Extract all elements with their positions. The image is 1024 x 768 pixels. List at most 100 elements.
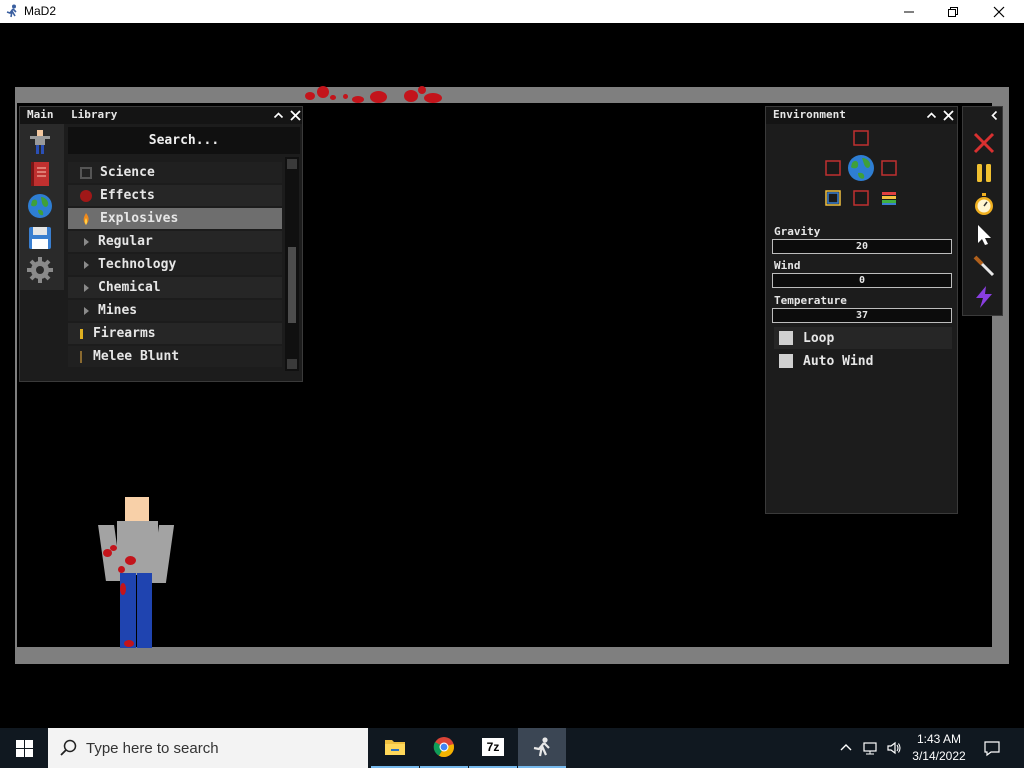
notifications-icon[interactable]: [983, 739, 1001, 757]
ragdoll-head: [125, 497, 149, 521]
chevron-left-icon: [990, 110, 997, 121]
globe-icon[interactable]: [26, 192, 54, 220]
app-window: MaD2 Main Library Search... Science Effe…: [0, 0, 1024, 768]
start-button[interactable]: [0, 728, 48, 768]
list-item-regular[interactable]: Regular: [68, 231, 282, 252]
wind-label: Wind: [774, 259, 801, 272]
list-item-chemical[interactable]: Chemical: [68, 277, 282, 298]
list-item-firearms[interactable]: Firearms: [68, 323, 282, 344]
network-icon[interactable]: [862, 740, 878, 756]
library-scrollbar[interactable]: [285, 157, 299, 371]
chrome-button[interactable]: [420, 728, 468, 768]
checkbox-box[interactable]: [779, 354, 793, 368]
ragdoll-icon[interactable]: [26, 128, 54, 156]
7zip-label: 7z: [486, 740, 500, 754]
world-boundary-controls[interactable]: [821, 129, 905, 211]
collapse-button[interactable]: [923, 108, 939, 123]
temperature-input[interactable]: 37: [772, 308, 952, 323]
library-list: Science Effects Explosives Regular Techn…: [64, 157, 284, 375]
auto-wind-checkbox[interactable]: Auto Wind: [774, 350, 952, 372]
list-item-label: Chemical: [98, 280, 161, 295]
lightning-icon[interactable]: [972, 285, 996, 309]
environment-panel: Environment Gravity 20 Wind 0 Temperatur…: [765, 106, 958, 514]
chrome-icon: [433, 737, 454, 758]
window-title: MaD2: [24, 4, 57, 18]
clock-time: 1:43 AM: [916, 732, 962, 746]
chevron-up-icon: [273, 112, 283, 119]
minimize-icon: [904, 11, 914, 12]
list-item-technology[interactable]: Technology: [68, 254, 282, 275]
search-icon: [60, 739, 77, 756]
close-panel-button[interactable]: [287, 108, 303, 123]
expand-arrow-icon: [84, 306, 89, 315]
chevron-up-icon: [926, 112, 936, 119]
search-placeholder: Type here to search: [86, 739, 219, 757]
tab-main[interactable]: Main: [27, 108, 54, 121]
close-icon: [289, 110, 301, 121]
loop-checkbox[interactable]: Loop: [774, 327, 952, 349]
floppy-disk-icon[interactable]: [26, 224, 54, 252]
close-icon: [993, 6, 1005, 17]
environment-panel-header: Environment: [766, 107, 957, 124]
gravity-label: Gravity: [774, 225, 821, 238]
stopwatch-icon[interactable]: [972, 192, 996, 216]
bullet-icon: [80, 328, 83, 339]
close-panel-button[interactable]: [940, 108, 956, 123]
knife-icon[interactable]: [972, 254, 996, 278]
file-explorer-button[interactable]: [371, 728, 419, 768]
clock-date: 3/14/2022: [912, 749, 966, 763]
tool-bar: [962, 106, 1003, 316]
toolbar-collapse-button[interactable]: [986, 108, 1002, 123]
auto-wind-label: Auto Wind: [803, 353, 874, 369]
notebook-icon[interactable]: [26, 160, 54, 188]
taskbar: Type here to search 7z 1:43 AM 3/14/2022: [0, 728, 1024, 768]
ragdoll-app-icon: [6, 4, 17, 18]
main-icon-bar: [20, 124, 64, 290]
7zip-icon: 7z: [482, 738, 504, 756]
list-item-label: Explosives: [100, 211, 179, 226]
list-item-label: Regular: [98, 234, 153, 249]
gear-icon[interactable]: [26, 256, 54, 284]
flame-icon: [83, 212, 89, 225]
delete-icon[interactable]: [972, 131, 996, 155]
7zip-button[interactable]: 7z: [469, 728, 517, 768]
expand-arrow-icon: [84, 237, 89, 246]
list-item-mines[interactable]: Mines: [68, 300, 282, 321]
pause-icon[interactable]: [972, 161, 996, 185]
list-item-explosives[interactable]: Explosives: [68, 208, 282, 229]
tab-library[interactable]: Library: [71, 108, 117, 121]
list-item-label: Effects: [100, 188, 155, 203]
gravity-input[interactable]: 20: [772, 239, 952, 254]
restore-icon: [948, 6, 958, 17]
close-button[interactable]: [976, 0, 1022, 23]
list-item-label: Melee Blunt: [93, 349, 180, 364]
library-panel-header: Main Library: [20, 107, 302, 124]
wind-input[interactable]: 0: [772, 273, 952, 288]
checkbox-box[interactable]: [779, 331, 793, 345]
chevron-up-icon[interactable]: [838, 740, 854, 756]
volume-icon[interactable]: [886, 740, 902, 756]
scroll-thumb[interactable]: [288, 247, 296, 323]
loop-label: Loop: [803, 330, 835, 346]
scroll-down-button[interactable]: [287, 359, 297, 369]
temperature-label: Temperature: [774, 294, 847, 307]
collapse-button[interactable]: [270, 108, 286, 123]
minimize-button[interactable]: [886, 0, 932, 23]
list-item-label: Technology: [98, 257, 177, 272]
mad2-taskbar-button[interactable]: [518, 728, 566, 768]
bat-icon: [80, 350, 82, 363]
expand-arrow-icon: [84, 283, 89, 292]
list-item-science[interactable]: Science: [68, 162, 282, 183]
scroll-up-button[interactable]: [287, 159, 297, 169]
red-blob-icon: [80, 189, 92, 202]
mad2-icon: [533, 737, 550, 757]
cursor-icon[interactable]: [972, 223, 996, 247]
list-item-effects[interactable]: Effects: [68, 185, 282, 206]
library-search-input[interactable]: Search...: [68, 127, 300, 154]
taskbar-search-box[interactable]: Type here to search: [48, 728, 368, 768]
system-clock[interactable]: 1:43 AM 3/14/2022: [907, 731, 971, 765]
ragdoll-right-leg: [137, 573, 152, 648]
list-item-label: Science: [100, 165, 155, 180]
restore-button[interactable]: [930, 0, 976, 23]
list-item-melee-blunt[interactable]: Melee Blunt: [68, 346, 282, 367]
